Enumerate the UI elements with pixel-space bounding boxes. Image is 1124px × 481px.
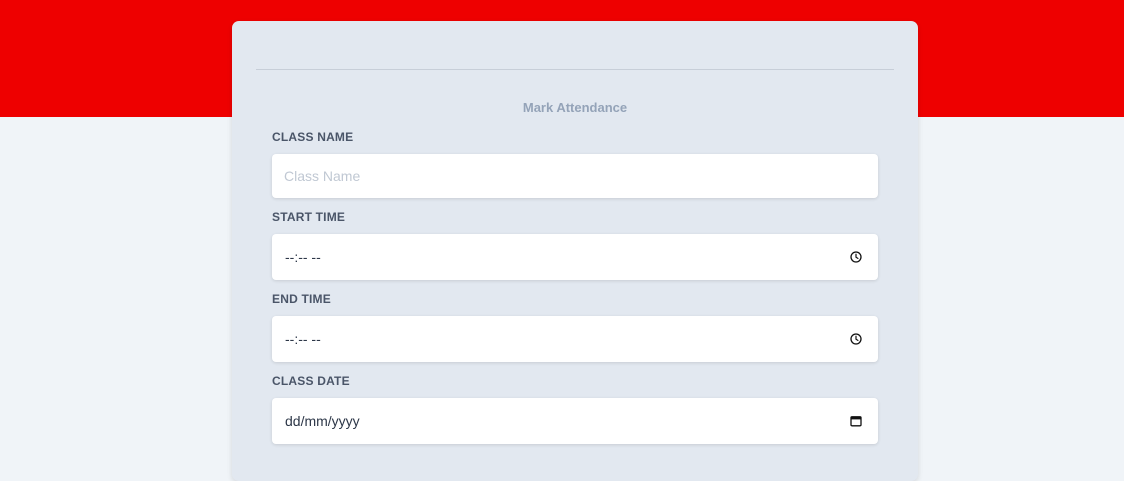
clock-icon[interactable] [850,333,862,345]
class-date-value: dd/mm/yyyy [285,413,360,429]
form-title: Mark Attendance [522,100,628,115]
class-date-input[interactable]: dd/mm/yyyy [272,398,878,444]
attendance-form-card: Mark Attendance CLASS NAME START TIME --… [232,21,918,481]
end-time-label: END TIME [272,292,331,306]
end-time-input[interactable]: --:-- -- [272,316,878,362]
start-time-value: --:-- -- [285,249,321,265]
start-time-label: START TIME [272,210,346,224]
clock-icon[interactable] [850,251,862,263]
start-time-input[interactable]: --:-- -- [272,234,878,280]
end-time-value: --:-- -- [285,331,321,347]
card-header-divider [256,69,894,70]
class-name-label: CLASS NAME [272,130,354,144]
class-date-label: CLASS DATE [272,374,350,388]
class-name-input[interactable] [272,154,878,198]
calendar-icon[interactable] [850,415,862,427]
class-name-field-wrapper [272,154,878,198]
